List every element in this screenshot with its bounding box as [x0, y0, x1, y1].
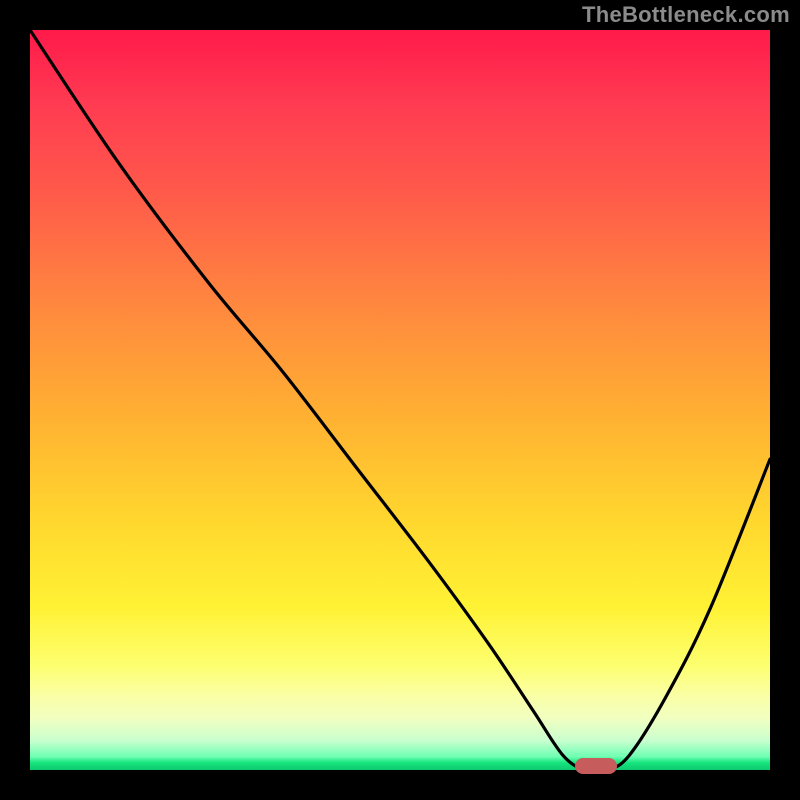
chart-frame: TheBottleneck.com [0, 0, 800, 800]
optimum-marker [575, 758, 617, 774]
plot-area [30, 30, 770, 770]
watermark-text: TheBottleneck.com [582, 2, 790, 28]
bottleneck-curve [30, 30, 770, 770]
